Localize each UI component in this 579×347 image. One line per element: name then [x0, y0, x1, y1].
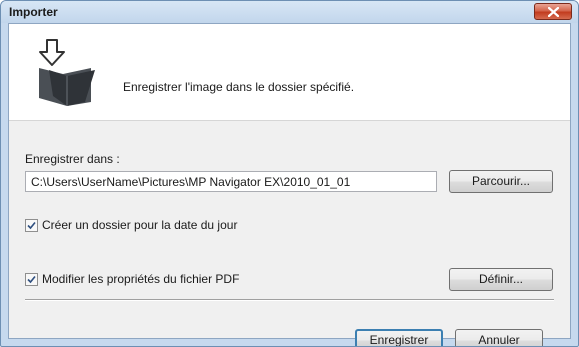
browse-button[interactable]: Parcourir... — [449, 170, 553, 193]
save-button[interactable]: Enregistrer — [355, 329, 443, 346]
create-date-folder-checkbox[interactable] — [25, 218, 38, 232]
cancel-button[interactable]: Annuler — [455, 329, 543, 346]
close-button[interactable] — [534, 3, 572, 20]
title-bar[interactable]: Importer — [1, 1, 578, 23]
separator — [25, 299, 554, 301]
importer-dialog: Importer Enregistrer l'image dans le dos… — [0, 0, 579, 347]
checkmark-icon — [27, 275, 36, 283]
dialog-content: Enregistrer l'image dans le dossier spéc… — [8, 23, 571, 346]
checkmark-icon — [27, 221, 36, 229]
edit-pdf-properties-checkbox[interactable] — [25, 272, 38, 286]
save-path-field[interactable]: C:\Users\UserName\Pictures\MP Navigator … — [25, 171, 437, 192]
define-button[interactable]: Définir... — [449, 268, 553, 291]
edit-pdf-properties-option[interactable]: Modifier les propriétés du fichier PDF — [25, 272, 239, 286]
create-date-folder-label: Créer un dossier pour la date du jour — [42, 218, 238, 232]
dialog-banner: Enregistrer l'image dans le dossier spéc… — [9, 24, 570, 121]
save-location-label: Enregistrer dans : — [25, 152, 120, 166]
import-folder-icon — [39, 39, 95, 106]
close-icon — [548, 7, 559, 17]
create-date-folder-option[interactable]: Créer un dossier pour la date du jour — [25, 218, 237, 232]
window-title: Importer — [9, 5, 58, 19]
banner-description: Enregistrer l'image dans le dossier spéc… — [123, 80, 355, 94]
edit-pdf-properties-label: Modifier les propriétés du fichier PDF — [42, 272, 240, 286]
dialog-body: Enregistrer dans : C:\Users\UserName\Pic… — [9, 121, 570, 346]
